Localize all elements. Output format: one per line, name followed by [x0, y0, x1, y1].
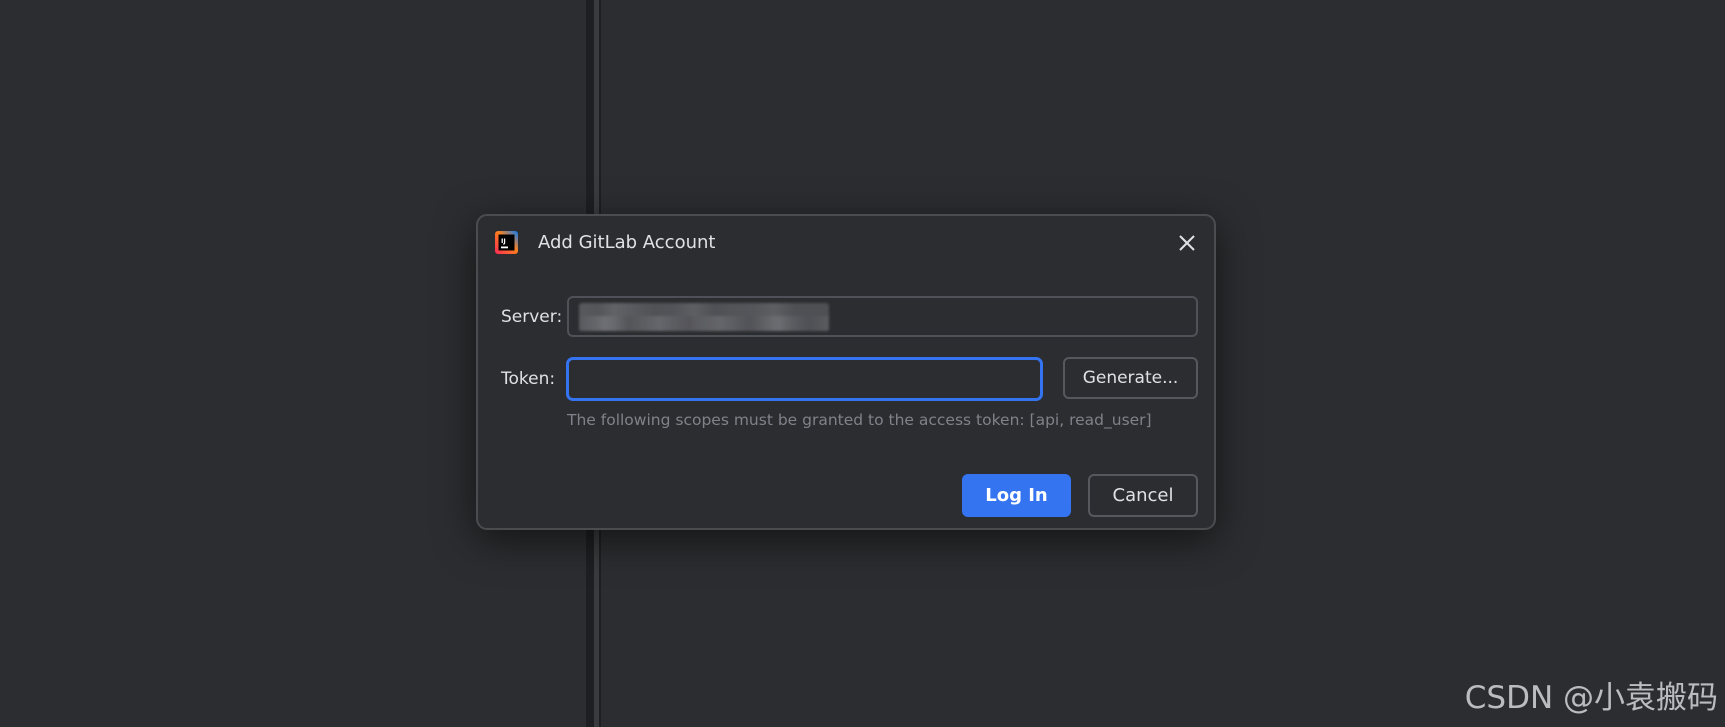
close-button[interactable]	[1174, 230, 1200, 256]
generate-token-button[interactable]: Generate...	[1063, 357, 1198, 399]
token-label: Token:	[501, 369, 556, 389]
server-label: Server:	[501, 307, 563, 327]
token-scope-hint: The following scopes must be granted to …	[567, 411, 1152, 429]
intellij-idea-icon: IJ	[495, 231, 518, 254]
token-input[interactable]	[566, 357, 1043, 401]
dialog-header: IJ Add GitLab Account	[478, 216, 1214, 272]
add-gitlab-account-dialog: IJ Add GitLab Account Server: Token: Gen…	[476, 214, 1216, 530]
server-field[interactable]	[567, 296, 1198, 337]
cancel-button[interactable]: Cancel	[1088, 474, 1198, 517]
log-in-button[interactable]: Log In	[962, 474, 1071, 517]
close-icon	[1179, 235, 1195, 251]
svg-text:IJ: IJ	[501, 237, 506, 245]
redacted-server-url	[579, 303, 829, 331]
dialog-title: Add GitLab Account	[538, 232, 716, 253]
csdn-watermark: CSDN @小袁搬码	[1464, 680, 1718, 716]
